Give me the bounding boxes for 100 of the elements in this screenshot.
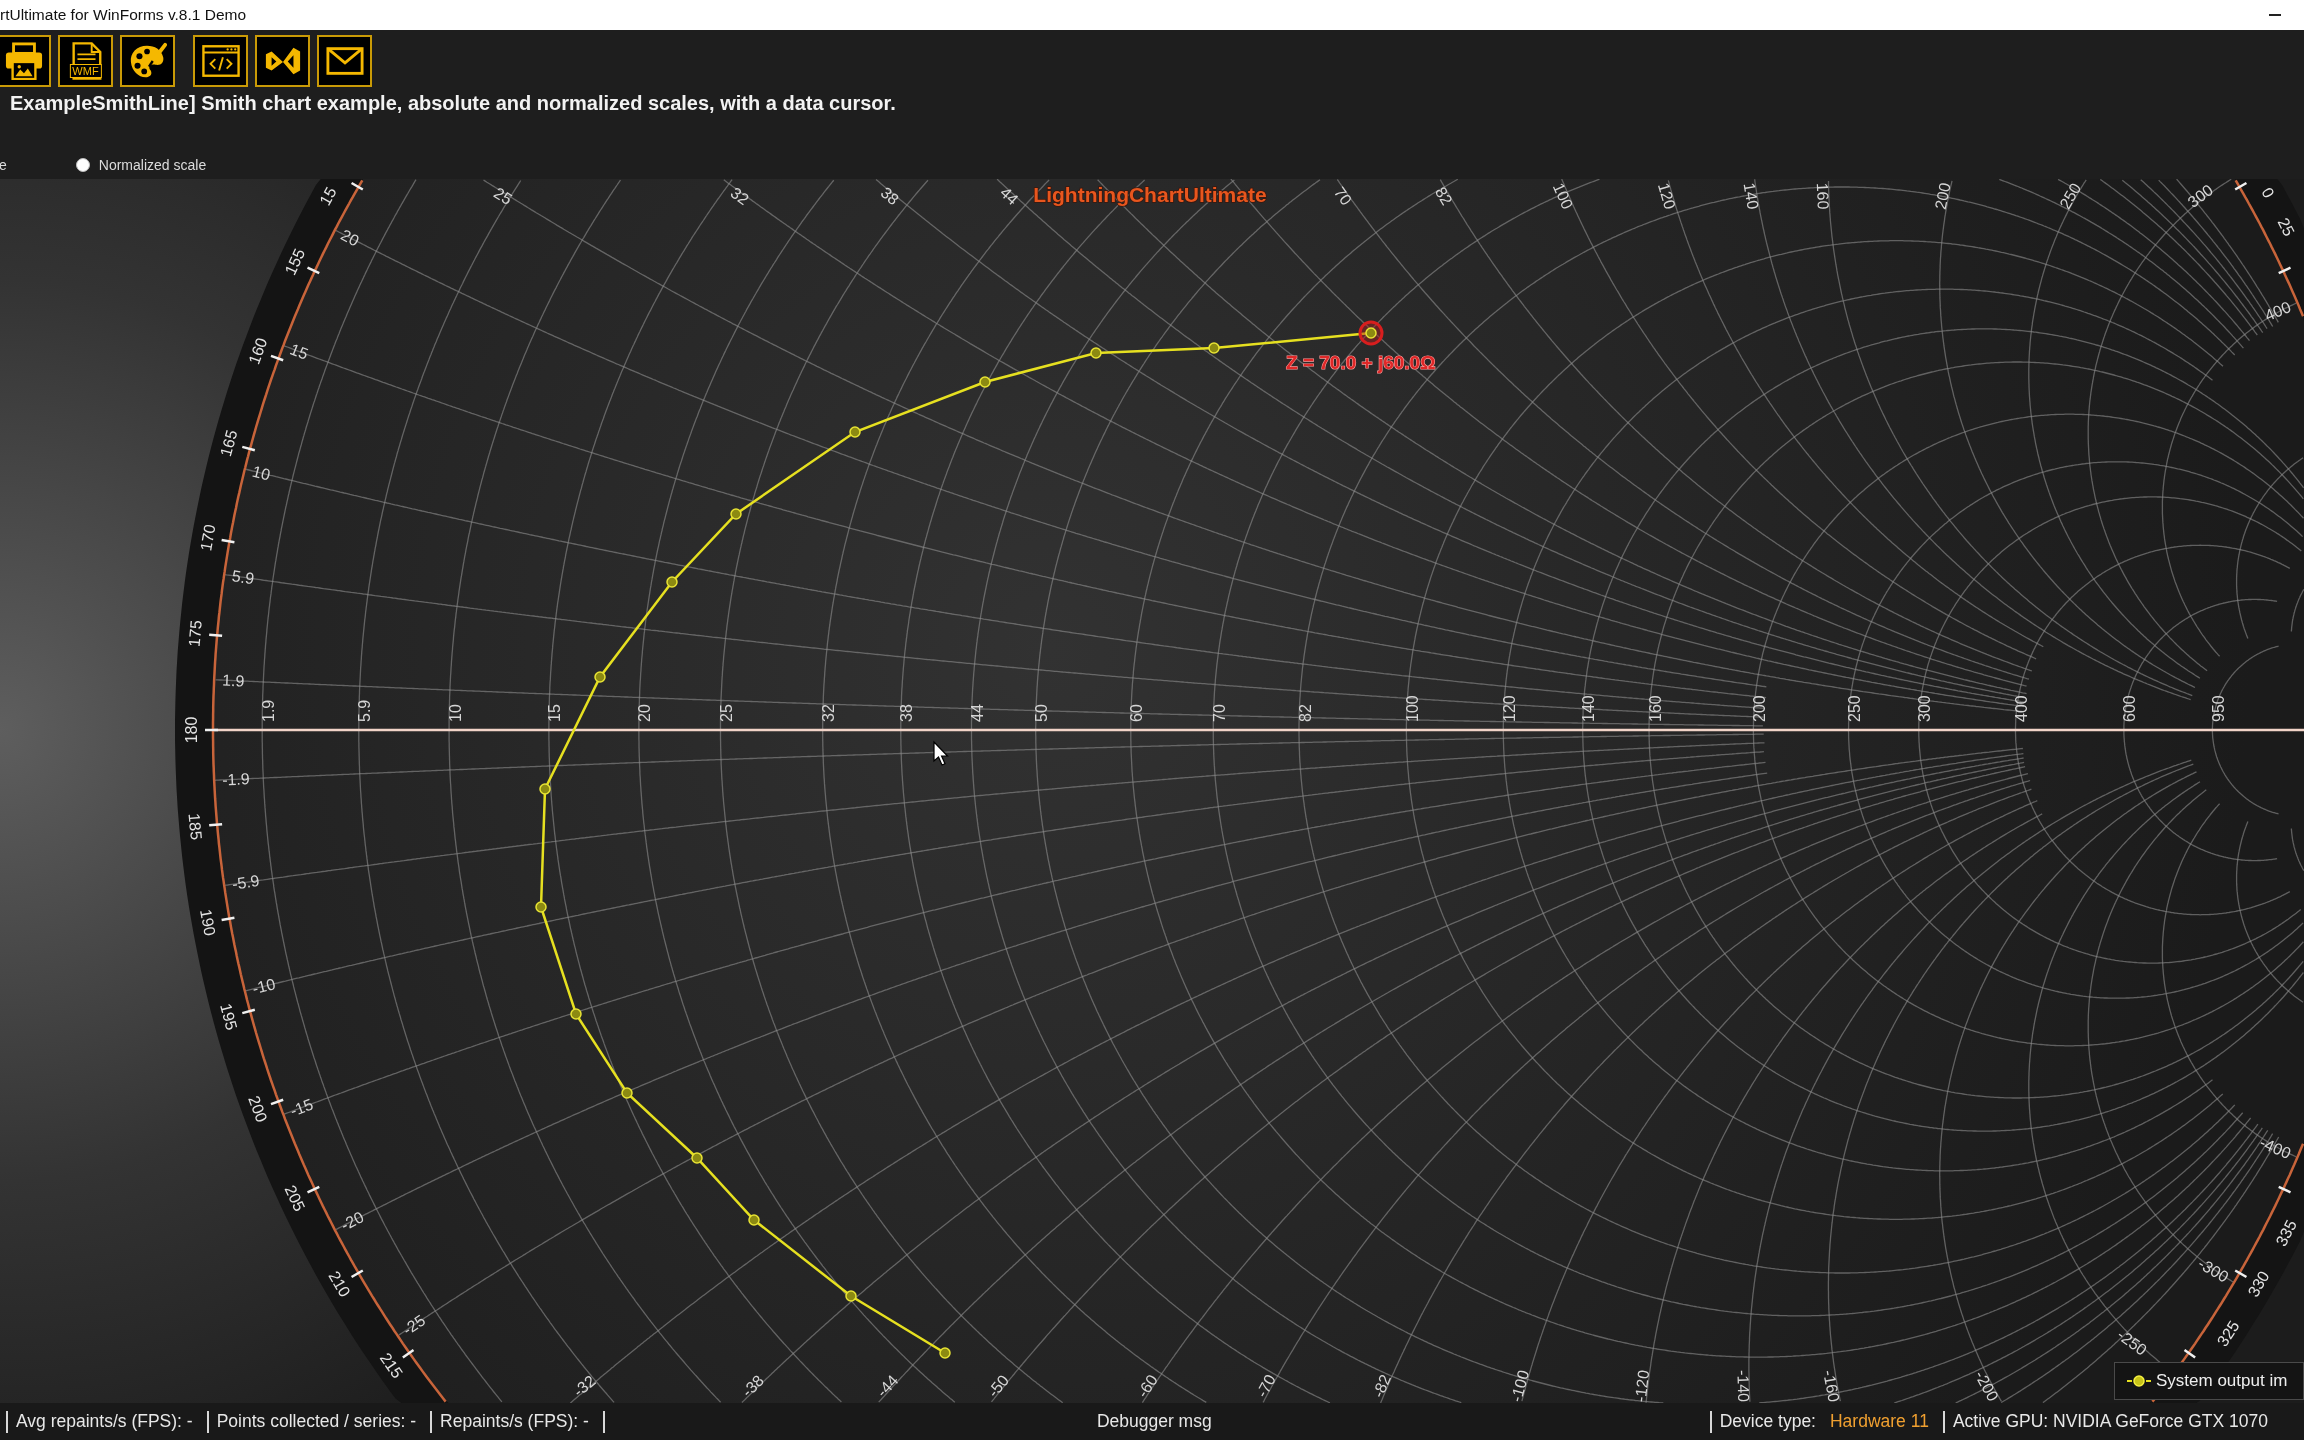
angle-label: 0 [2258,184,2278,201]
reactance-label: -400 [2257,1133,2294,1162]
reactance-label: 200 [1931,181,1954,211]
reactance-label: -250 [2114,1326,2151,1359]
reactance-label: 250 [2056,180,2085,212]
angle-label: 195 [217,1001,241,1032]
reactance-label: 1.9 [221,671,245,690]
point-marker-icon [979,376,991,388]
radio-label[interactable]: Normalized scale [98,157,207,173]
reactance-label: -120 [1631,1369,1653,1403]
code-button[interactable] [193,35,248,87]
minimize-icon [2269,14,2281,16]
reactance-label: -15 [287,1095,316,1120]
reactance-label: 100 [1549,180,1577,212]
resistance-label: 950 [2210,695,2227,722]
reactance-label: -82 [1369,1372,1395,1400]
reactance-label: -200 [1971,1367,2002,1403]
point-marker-icon [539,783,551,795]
point-marker-icon [691,1152,703,1164]
reactance-label: -44 [873,1371,902,1401]
point-marker-icon [845,1290,857,1302]
angle-label: 185 [185,812,205,841]
resistance-label: 400 [2013,695,2031,722]
status-text: Repaints/s (FPS): - [439,1411,590,1432]
resistance-label: 70 [1210,704,1228,722]
reactance-label: -32 [570,1372,599,1400]
angle-label: 15 [316,184,340,209]
angle-label: 200 [245,1093,271,1125]
reactance-label: -160 [1820,1368,1843,1403]
angle-label: 180 [182,716,200,744]
angle-label: 325 [2213,1317,2243,1350]
device-type-value: Hardware 11 [1829,1411,1930,1432]
reactance-label: 20 [338,226,362,250]
resistance-label: 15 [546,704,564,722]
mouse-pointer-icon [933,740,949,766]
logo-button[interactable] [255,35,310,87]
angle-label: 335 [2272,1217,2300,1249]
device-type-label: Device type: [1718,1411,1817,1432]
legend-marker-icon [2127,1375,2151,1387]
printer-icon [4,42,43,80]
reactance-label: -50 [984,1371,1013,1401]
point-marker-icon [849,426,861,438]
point-marker-icon [939,1347,951,1359]
resistance-label: 200 [1751,695,1768,722]
resistance-label: 120 [1500,695,1518,722]
status-text: Points collected / series: - [215,1411,418,1432]
angle-label: 25 [2274,215,2298,239]
reactance-label: -100 [1507,1368,1533,1403]
angle-label: 210 [325,1268,354,1300]
reactance-label: 82 [1431,184,1456,208]
resistance-label: 160 [1646,695,1664,722]
reactance-label: -1.9 [221,770,251,789]
status-text: Avg repaints/s (FPS): - [15,1411,194,1432]
mail-button[interactable] [317,35,372,87]
reactance-label: 25 [491,184,516,208]
reactance-label: 44 [996,183,1022,209]
reactance-label: -38 [738,1371,768,1401]
angle-label: 175 [185,619,205,648]
resistance-label: 600 [2121,695,2139,722]
point-marker-icon [594,671,606,683]
reactance-label: 5.9 [230,567,256,588]
reactance-label: 300 [2184,181,2217,211]
resistance-label: 5.9 [356,699,374,722]
legend-label: System output im [2156,1371,2288,1391]
example-description: ExampleSmithLine] Smith chart example, absolute and normalized scales, with a data cursor. [9,92,897,114]
reactance-label: -60 [1133,1371,1161,1401]
angle-label: 165 [217,428,241,459]
point-marker-icon [570,1008,582,1020]
angle-label: 160 [245,335,271,367]
cursor-readout: Z = 70.0 + j60.0Ω [1286,351,1436,373]
resistance-label: 44 [969,704,987,722]
resistance-label: 60 [1128,704,1146,722]
palette-button[interactable] [120,35,175,87]
cursor-ring-icon [1358,320,1384,346]
reactance-label: 160 [1813,182,1832,210]
point-marker-icon [1208,342,1220,354]
wmf-export-button[interactable]: WMF [58,35,113,87]
resistance-label: 20 [636,704,654,722]
radio-button[interactable] [75,158,90,172]
chart-title: LightningChartUltimate [1033,182,1267,206]
status-message: Debugger msg [1095,1411,1213,1432]
point-marker-icon [535,901,547,913]
resistance-label: 10 [446,704,464,722]
radio-label[interactable]: e [0,157,7,173]
resistance-label: 250 [1846,695,1864,722]
point-marker-icon [621,1087,633,1099]
reactance-label: 400 [2262,298,2294,325]
reactance-label: 10 [250,462,272,484]
resistance-label: 38 [898,704,916,722]
reactance-label: 140 [1740,181,1762,211]
angle-label: 205 [281,1182,309,1214]
point-marker-icon [666,576,678,588]
reactance-label: 70 [1330,183,1355,209]
reactance-label: 38 [877,183,903,209]
print-button[interactable] [0,35,51,87]
reactance-label: -10 [250,975,278,998]
reactance-label: 32 [727,183,752,209]
reactance-label: 15 [287,340,311,363]
angle-label: 170 [197,522,219,553]
resistance-label: 100 [1404,695,1421,722]
